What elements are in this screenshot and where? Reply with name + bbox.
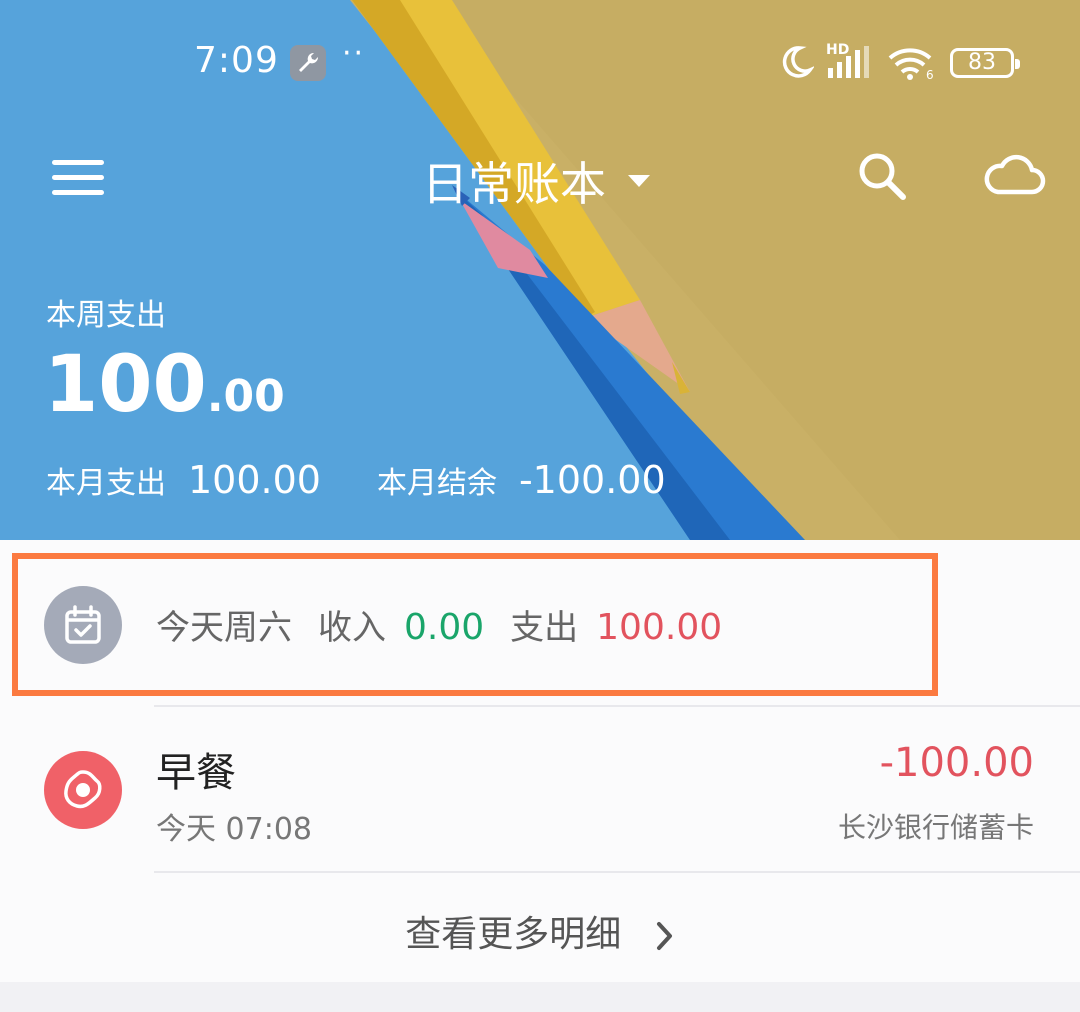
wrench-icon (290, 45, 326, 81)
transaction-account: 长沙银行储蓄卡 (837, 811, 1034, 844)
week-amount-int: 100 (44, 340, 207, 430)
battery-level: 83 (968, 50, 996, 75)
week-expense-amount: 100.00 (44, 340, 285, 430)
svg-text:6: 6 (926, 68, 934, 80)
transaction-amount: -100.00 (879, 740, 1034, 786)
expense-value: 100.00 (596, 607, 723, 648)
view-more-details-link[interactable]: 查看更多明细 (0, 905, 1080, 957)
search-icon[interactable] (856, 150, 908, 202)
divider (154, 871, 1080, 873)
week-amount-dec: .00 (206, 371, 285, 422)
status-bar: 7:09 ·· HD 6 83 (0, 0, 1080, 128)
today-summary[interactable]: 今天周六 收入 0.00 支出 100.00 (156, 600, 722, 649)
month-balance-label: 本月结余 (376, 466, 497, 501)
income-value: 0.00 (404, 607, 485, 648)
book-title: 日常账本 (422, 157, 606, 211)
view-more-label: 查看更多明细 (405, 914, 622, 955)
chevron-right-icon (656, 922, 672, 950)
month-expense-label: 本月支出 (46, 466, 166, 501)
divider (154, 705, 1080, 707)
dropdown-caret-icon (628, 175, 650, 187)
moon-icon (782, 46, 814, 78)
transactions-card: 今天周六 收入 0.00 支出 100.00 早餐 今天 07:08 -100.… (0, 540, 1080, 982)
battery-icon: 83 (950, 48, 1020, 78)
week-expense-label: 本周支出 (46, 298, 166, 333)
transaction-name[interactable]: 早餐 (156, 740, 236, 798)
app-screen: 7:09 ·· HD 6 83 日常账本 本周支出 100.00 本月支出 10… (0, 0, 1080, 1012)
signal-icon (828, 46, 869, 78)
cloud-icon[interactable] (982, 150, 1046, 198)
book-selector[interactable]: 日常账本 (422, 148, 650, 214)
month-expense-value: 100.00 (188, 458, 321, 502)
header-banner: 7:09 ·· HD 6 83 日常账本 本周支出 100.00 本月支出 10… (0, 0, 1080, 540)
income-label: 收入 (318, 608, 386, 648)
transaction-time: 今天 07:08 (156, 812, 312, 847)
status-time: 7:09 (194, 40, 279, 81)
status-dots: ·· (342, 36, 366, 71)
fried-egg-icon (44, 751, 122, 829)
month-balance-value: -100.00 (518, 458, 666, 502)
calendar-icon (44, 586, 122, 664)
wifi-icon: 6 (888, 48, 934, 80)
expense-label: 支出 (510, 608, 579, 648)
month-summary-row: 本月支出 100.00 本月结余 -100.00 (46, 458, 666, 502)
menu-icon[interactable] (52, 160, 104, 200)
today-label: 今天周六 (156, 608, 292, 648)
